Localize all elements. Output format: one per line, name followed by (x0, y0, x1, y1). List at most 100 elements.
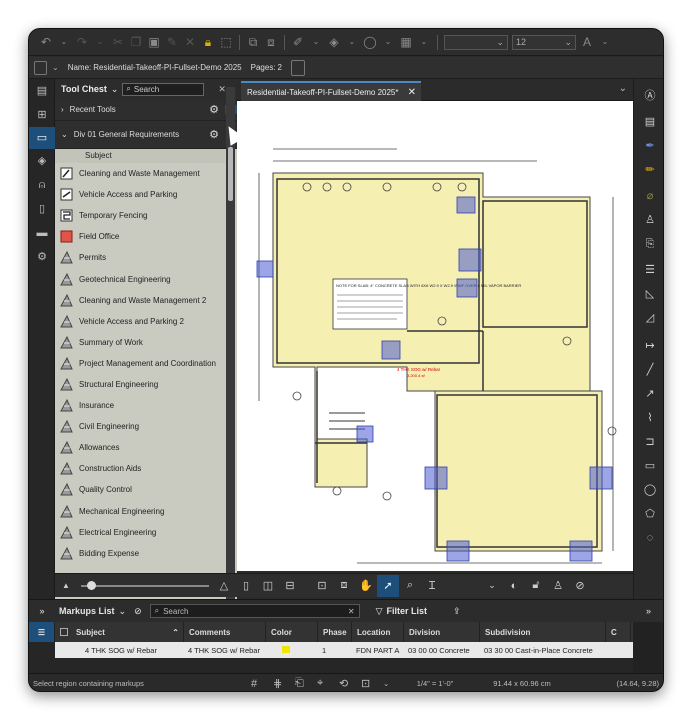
select-text-icon[interactable]: Ɪ (421, 575, 443, 597)
column-header-comments[interactable]: Comments (184, 622, 266, 642)
close-icon[interactable]: ✕ (408, 87, 416, 98)
eraser-icon[interactable]: ⌀ (643, 189, 657, 203)
select-all-checkbox[interactable] (60, 628, 68, 636)
layers-icon[interactable]: ◈ (35, 154, 49, 168)
tool-item[interactable]: Bidding Expense (55, 543, 225, 564)
font-size-select[interactable]: 12 ⌄ (512, 34, 576, 50)
fit-width-icon[interactable]: ⧈ (333, 575, 355, 597)
fill-color-dropdown-icon[interactable]: ⌄ (345, 35, 359, 49)
cloud-icon[interactable]: ◌ (643, 531, 657, 545)
paste-icon[interactable]: ▣ (147, 35, 161, 49)
grid-icon[interactable]: # (251, 678, 273, 690)
opacity-dropdown-icon[interactable]: ⌄ (381, 35, 395, 49)
pan-icon[interactable]: ✋ (355, 575, 377, 597)
div-01-general-requirements-group[interactable]: ⌄ Div 01 General Requirements ⚙ (55, 121, 237, 149)
markups-list-title[interactable]: Markups List (59, 606, 115, 616)
drawing-canvas[interactable]: NOTE FOR SLAB: 4" CONCRETE SLAB WITH 6X6… (237, 101, 633, 571)
tool-chest-search-input[interactable]: ⌕ Search (122, 82, 205, 96)
scale-value[interactable]: 1/4" = 1'-0" (403, 679, 467, 688)
lock-markups-icon[interactable]: 🔓︎ (525, 575, 547, 597)
zoom-icon[interactable]: ⌕ (399, 575, 421, 597)
snap-grid-icon[interactable]: ⋕ (273, 677, 295, 690)
measure-length-icon[interactable]: ☰ (643, 263, 657, 277)
redo-dropdown-icon[interactable]: ⌄ (93, 35, 107, 49)
tool-item[interactable]: Field Office (55, 226, 225, 247)
no-markups-icon[interactable]: ⊘ (569, 575, 591, 597)
line-color-icon[interactable]: ✐ (291, 35, 305, 49)
collapse-icon[interactable]: » (29, 606, 55, 616)
tool-item[interactable]: Permits (55, 247, 225, 268)
delete-icon[interactable]: ✕ (183, 35, 197, 49)
split-view-icon[interactable]: ⊟ (279, 575, 301, 597)
markups-scrollbar[interactable] (633, 622, 663, 674)
callout-icon[interactable]: ⊐ (643, 435, 657, 449)
column-header-subject[interactable]: Subject ⌃ (55, 622, 184, 642)
settings-icon[interactable]: ⚙ (35, 250, 49, 264)
zoom-slider[interactable] (81, 580, 209, 590)
dimension-icon[interactable]: ↦ (643, 339, 657, 353)
ungroup-icon[interactable]: ⧈ (264, 35, 278, 49)
page-icon[interactable] (291, 59, 305, 76)
polyline-icon[interactable]: ⌇ (643, 411, 657, 425)
visibility-icon[interactable]: ⊘ (134, 606, 142, 617)
markups-search-input[interactable]: ⌕ Search ✕ (149, 604, 360, 618)
tool-item[interactable]: Insurance (55, 395, 225, 416)
close-icon[interactable]: ✕ (218, 84, 226, 95)
tool-item[interactable]: Vehicle Access and Parking 2 (55, 311, 225, 332)
tool-item[interactable]: Construction Aids (55, 458, 225, 479)
tool-chest-icon[interactable]: ▭ (29, 127, 55, 149)
note-icon[interactable]: ▤ (643, 115, 657, 129)
undo-dropdown-icon[interactable]: ⌄ (57, 35, 71, 49)
recent-tools-group[interactable]: › Recent Tools ⚙ › (55, 99, 237, 121)
rectangle-icon[interactable]: ▭ (643, 459, 657, 473)
collapse-right-icon[interactable]: » (646, 606, 651, 616)
group-icon[interactable]: ⧉ (246, 35, 260, 49)
tool-item[interactable]: Quality Control (55, 479, 225, 500)
document-icon[interactable] (34, 60, 47, 75)
export-icon[interactable]: ⇪ (453, 606, 461, 617)
snap-content-icon[interactable]: ⎗ (295, 677, 317, 690)
line-color-dropdown-icon[interactable]: ⌄ (309, 35, 323, 49)
hatch-icon[interactable]: ▦ (399, 35, 413, 49)
thumbnails-icon[interactable]: ▤ (35, 84, 49, 98)
chevron-down-icon[interactable]: ⌄ (52, 63, 59, 72)
attachment-icon[interactable]: ⎘ (643, 237, 657, 251)
copy-icon[interactable]: ❐ (129, 35, 143, 49)
fill-color-icon[interactable]: ◈ (327, 35, 341, 49)
ellipse-icon[interactable]: ◯ (643, 483, 657, 497)
chevron-down-icon[interactable]: ⌄ (111, 84, 119, 95)
crop-icon[interactable]: ⬚ (219, 35, 233, 49)
cut-icon[interactable]: ✂ (111, 35, 125, 49)
chevron-down-icon[interactable]: ⌄ (481, 575, 503, 597)
tool-item[interactable]: Project Management and Coordination (55, 353, 225, 374)
users-icon[interactable]: ♙ (547, 575, 569, 597)
contrast-icon[interactable]: ◐ (503, 575, 525, 597)
tool-item[interactable]: Cleaning and Waste Management (55, 163, 225, 184)
text-box-icon[interactable]: Ⓐ (643, 89, 657, 103)
select-icon[interactable]: ➚ (377, 574, 399, 597)
zoom-slider-thumb[interactable] (87, 580, 96, 590)
tool-item[interactable]: Vehicle Access and Parking (55, 184, 225, 205)
filter-icon[interactable]: ▽ (376, 606, 383, 617)
column-header-color[interactable]: Color (266, 622, 318, 642)
slab-callout-text[interactable]: 4 THK SOG w/ Rebar (397, 367, 441, 372)
redo-icon[interactable]: ↷ (75, 35, 89, 49)
tool-item[interactable]: Summary of Work (55, 332, 225, 353)
column-header-subdivision[interactable]: Subdivision (480, 622, 606, 642)
fit-page-icon[interactable]: ⊡ (311, 575, 333, 597)
filter-list-button[interactable]: Filter List (387, 606, 428, 616)
two-page-icon[interactable]: ◫ (257, 575, 279, 597)
line-icon[interactable]: ╱ (643, 363, 657, 377)
font-family-select[interactable]: ⌄ (444, 34, 508, 50)
pen-icon[interactable]: ✒ (643, 139, 657, 153)
tool-item[interactable]: Structural Engineering (55, 374, 225, 395)
stamp-icon[interactable]: ⍝ (35, 178, 49, 192)
hatch-dropdown-icon[interactable]: ⌄ (417, 35, 431, 49)
chevron-down-icon[interactable]: ⌄ (119, 606, 127, 617)
polygon-icon[interactable]: ⬠ (643, 507, 657, 521)
triangle-icon[interactable]: ▲ (55, 575, 77, 597)
tool-item[interactable]: Electrical Engineering (55, 522, 225, 543)
lock-icon[interactable]: 🔒︎ (201, 35, 215, 49)
text-color-dropdown-icon[interactable]: ⌄ (598, 35, 612, 49)
column-header-c[interactable]: C (606, 622, 631, 642)
